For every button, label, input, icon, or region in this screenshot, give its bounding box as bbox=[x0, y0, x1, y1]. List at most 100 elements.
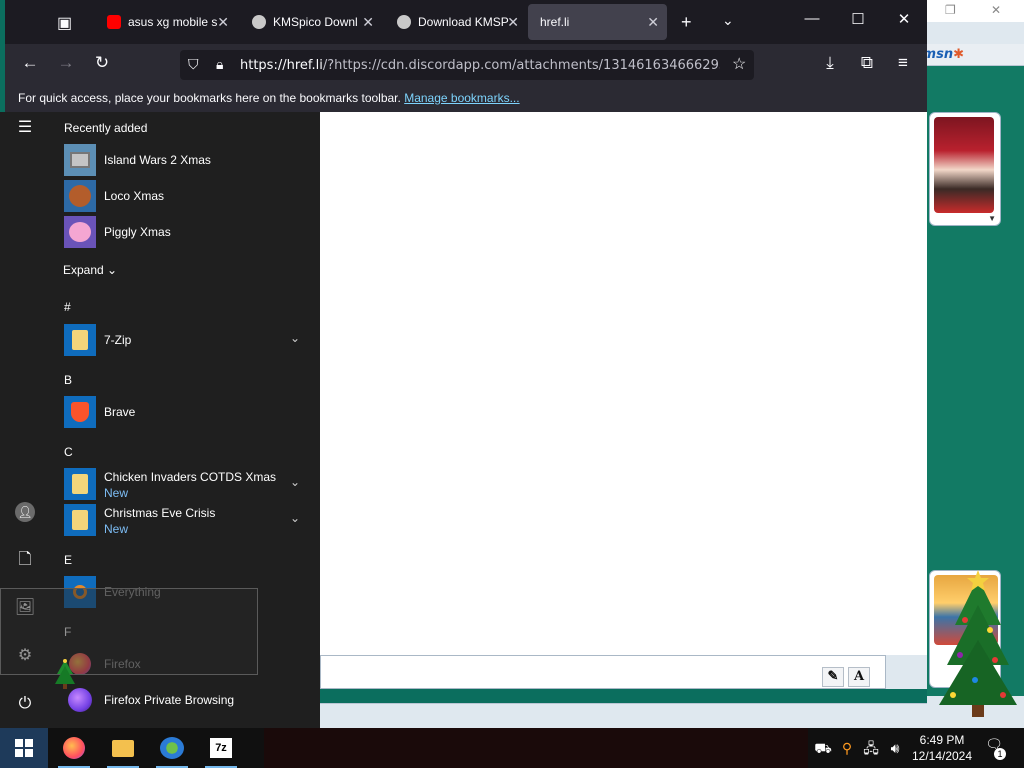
list-tabs-icon[interactable]: ⌄ bbox=[722, 12, 734, 29]
url-path: /?https://cdn.discordapp.com/attachments… bbox=[322, 58, 720, 73]
restore-icon[interactable]: ❐ bbox=[945, 3, 956, 17]
settings-hover-flyout bbox=[0, 588, 258, 675]
app-firefox-private[interactable]: Firefox Private Browsing bbox=[64, 684, 308, 718]
app-name: Brave bbox=[104, 405, 136, 419]
contact-display-picture[interactable]: ▼ bbox=[929, 112, 1001, 226]
app-chicken-invaders[interactable]: Chicken Invaders COTDS Xmas New ⌄ bbox=[64, 468, 308, 502]
tab-href-li[interactable]: href.li ✕ bbox=[528, 4, 667, 40]
menu-icon[interactable]: ≡ bbox=[890, 53, 916, 73]
messenger-icon bbox=[160, 737, 184, 759]
power-icon[interactable]: ⏻ bbox=[13, 692, 37, 716]
tab-kmspico[interactable]: KMSpico Downl ✕ bbox=[240, 4, 382, 40]
lock-icon[interactable]: 🔒︎ bbox=[216, 56, 223, 73]
user-account-icon[interactable]: 👤︎ bbox=[15, 502, 35, 522]
expand-button[interactable]: Expand ⌄ bbox=[63, 263, 117, 277]
tab-title: KMSpico Downl bbox=[273, 15, 358, 29]
taskbar-firefox[interactable] bbox=[50, 728, 98, 768]
firefox-window: ▣ asus xg mobile s ✕ KMSpico Downl ✕ Dow… bbox=[5, 0, 927, 112]
back-arrow-icon[interactable]: ← bbox=[17, 53, 43, 73]
start-button[interactable] bbox=[0, 728, 48, 768]
minimize-icon[interactable]: — bbox=[792, 10, 832, 27]
msn-logo: msn✱ bbox=[922, 47, 964, 62]
address-bar[interactable]: ⛉ 🔒︎ https://href.li/?https://cdn.discor… bbox=[180, 50, 754, 80]
app-name: Loco Xmas bbox=[104, 189, 165, 203]
documents-icon[interactable]: 🗋 bbox=[13, 548, 37, 572]
chevron-down-icon[interactable]: ⌄ bbox=[290, 511, 300, 525]
tab-asus[interactable]: asus xg mobile s ✕ bbox=[95, 4, 237, 40]
reload-icon[interactable]: ↻ bbox=[89, 53, 115, 73]
taskbar: 7z ⛟ ⚲ 🖧︎ 🔊︎ 6:49 PM 12/14/2024 🗨︎ 1 bbox=[0, 728, 1024, 768]
tray-app-icon[interactable]: ⛟ bbox=[812, 728, 834, 768]
firefox-view-icon[interactable]: ▣ bbox=[57, 13, 72, 33]
app-7zip[interactable]: 7-Zip ⌄ bbox=[64, 324, 308, 358]
island-wars-icon bbox=[64, 144, 96, 176]
app-loco-xmas[interactable]: Loco Xmas bbox=[64, 180, 308, 214]
app-name: Island Wars 2 Xmas bbox=[104, 153, 211, 167]
chevron-down-icon: ⌄ bbox=[107, 263, 118, 277]
system-clock[interactable]: 6:49 PM 12/14/2024 bbox=[908, 732, 976, 764]
navigation-toolbar: ← → ↻ ⛉ 🔒︎ https://href.li/?https://cdn.… bbox=[5, 44, 927, 86]
chevron-down-icon[interactable]: ⌄ bbox=[290, 331, 300, 345]
christmas-tree-decoration bbox=[939, 570, 1017, 717]
app-name: Chicken Invaders COTDS Xmas bbox=[104, 470, 277, 484]
new-tag: New bbox=[104, 486, 129, 500]
taskbar-msn-messenger[interactable] bbox=[148, 728, 196, 768]
forward-arrow-icon[interactable]: → bbox=[53, 53, 79, 73]
close-tab-icon[interactable]: ✕ bbox=[647, 14, 659, 31]
app-brave[interactable]: Brave bbox=[64, 396, 308, 430]
manage-bookmarks-link[interactable]: Manage bookmarks... bbox=[404, 91, 519, 105]
clock-time: 6:49 PM bbox=[919, 733, 965, 747]
maximize-icon[interactable]: ☐ bbox=[838, 10, 878, 28]
piggly-xmas-icon bbox=[64, 216, 96, 248]
search-everything-icon[interactable]: ⚲ bbox=[836, 728, 858, 768]
tab-download-kmspico[interactable]: Download KMSP ✕ bbox=[385, 4, 527, 40]
recently-added-heading: Recently added bbox=[64, 121, 148, 135]
group-letter[interactable]: E bbox=[64, 553, 72, 567]
tab-bar: ▣ asus xg mobile s ✕ KMSpico Downl ✕ Dow… bbox=[5, 0, 927, 44]
app-name: 7-Zip bbox=[104, 333, 132, 347]
app-christmas-eve-crisis[interactable]: Christmas Eve Crisis New ⌄ bbox=[64, 504, 308, 538]
chat-input-box[interactable] bbox=[320, 655, 886, 689]
page-content bbox=[320, 112, 927, 655]
windows-logo-icon bbox=[15, 739, 33, 757]
hamburger-menu-icon[interactable]: ☰ bbox=[13, 116, 37, 140]
desktop-wallpaper-strip bbox=[264, 728, 808, 768]
nudge-icon[interactable]: ✎ bbox=[822, 667, 844, 687]
folder-icon bbox=[64, 504, 96, 536]
site-favicon-icon bbox=[252, 15, 266, 29]
expand-label: Expand bbox=[63, 263, 104, 277]
taskbar-file-explorer[interactable] bbox=[99, 728, 147, 768]
new-tag: New bbox=[104, 522, 129, 536]
group-letter[interactable]: B bbox=[64, 373, 72, 387]
shield-icon[interactable]: ⛉ bbox=[188, 56, 199, 73]
close-tab-icon[interactable]: ✕ bbox=[507, 14, 519, 31]
group-letter[interactable]: C bbox=[64, 445, 73, 459]
7zip-icon: 7z bbox=[210, 738, 232, 758]
url-text[interactable]: https://href.li/?https://cdn.discordapp.… bbox=[240, 58, 720, 73]
loco-xmas-icon bbox=[64, 180, 96, 212]
bookmark-star-icon[interactable]: ☆ bbox=[732, 54, 746, 74]
folder-icon bbox=[112, 739, 134, 757]
chat-divider bbox=[320, 689, 927, 703]
extensions-icon[interactable]: ⧉ bbox=[854, 53, 880, 73]
app-island-wars[interactable]: Island Wars 2 Xmas bbox=[64, 144, 308, 178]
taskbar-7zip[interactable]: 7z bbox=[197, 728, 245, 768]
tab-title: Download KMSP bbox=[418, 15, 509, 29]
site-favicon-icon bbox=[397, 15, 411, 29]
tab-title: href.li bbox=[540, 15, 570, 29]
font-icon[interactable]: A bbox=[848, 667, 870, 687]
volume-icon[interactable]: 🔊︎ bbox=[884, 728, 906, 768]
close-window-icon[interactable]: ✕ bbox=[884, 10, 924, 28]
app-piggly-xmas[interactable]: Piggly Xmas bbox=[64, 216, 308, 250]
chevron-down-icon[interactable]: ▼ bbox=[988, 214, 996, 223]
close-icon[interactable]: ✕ bbox=[991, 3, 1001, 17]
close-tab-icon[interactable]: ✕ bbox=[362, 14, 374, 31]
action-center-button[interactable]: 🗨︎ 1 bbox=[982, 736, 1006, 760]
bookmarks-hint: For quick access, place your bookmarks h… bbox=[18, 91, 401, 105]
network-icon[interactable]: 🖧︎ bbox=[860, 728, 882, 768]
group-letter[interactable]: # bbox=[64, 300, 71, 314]
chevron-down-icon[interactable]: ⌄ bbox=[290, 475, 300, 489]
close-tab-icon[interactable]: ✕ bbox=[217, 14, 229, 31]
downloads-icon[interactable]: ⤓ bbox=[817, 53, 843, 73]
new-tab-icon[interactable]: + bbox=[681, 12, 692, 33]
